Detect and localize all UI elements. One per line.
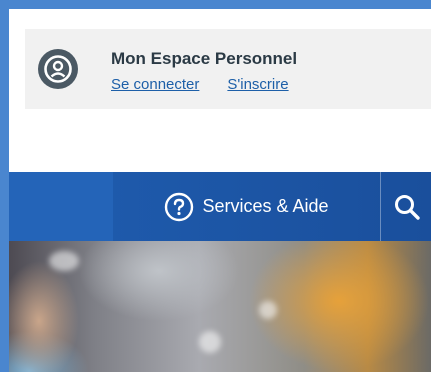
- question-circle-icon: [164, 192, 194, 222]
- services-help-label: Services & Aide: [202, 196, 329, 216]
- account-title: Mon Espace Personnel: [111, 49, 298, 68]
- search-icon: [394, 194, 420, 220]
- page: Mon Espace Personnel Se connecter S'inscr…: [9, 9, 431, 372]
- account-panel: Mon Espace Personnel Se connecter S'inscr…: [25, 29, 431, 109]
- services-help-button[interactable]: Services & Aide: [113, 172, 380, 241]
- hero-image: [9, 241, 431, 372]
- main-nav-bar: Services & Aide: [9, 172, 431, 241]
- register-link[interactable]: S'inscrire: [227, 76, 288, 93]
- nav-menu-segment[interactable]: [9, 172, 113, 241]
- hero-light: [259, 301, 277, 319]
- search-button[interactable]: [380, 172, 431, 241]
- user-avatar-icon: [38, 49, 78, 89]
- hero-light: [49, 251, 79, 271]
- account-links: Se connecter S'inscrire: [111, 76, 289, 93]
- hero-light: [199, 331, 221, 353]
- login-link[interactable]: Se connecter: [111, 76, 199, 93]
